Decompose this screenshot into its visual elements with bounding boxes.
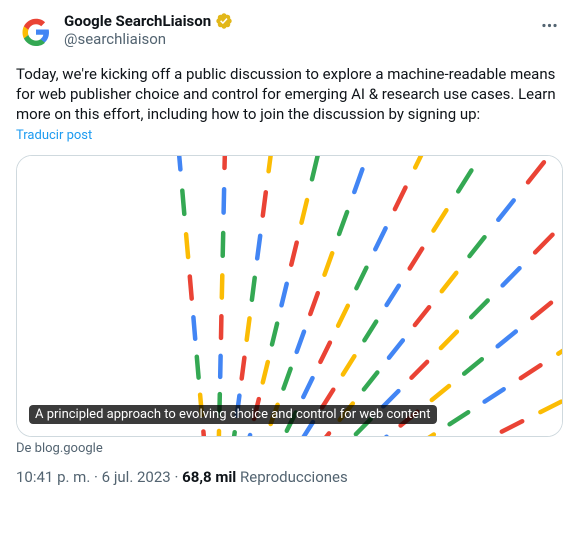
- views-label: Reproducciones: [240, 468, 348, 486]
- translate-link[interactable]: Traducir post: [16, 128, 563, 143]
- tweet-date[interactable]: 6 jul. 2023: [102, 468, 171, 486]
- name-row: Google SearchLiaison: [64, 12, 563, 30]
- card-image: A principled approach to evolving choice…: [17, 156, 562, 436]
- card-caption: A principled approach to evolving choice…: [29, 405, 437, 424]
- display-name[interactable]: Google SearchLiaison: [64, 12, 211, 30]
- views-count[interactable]: 68,8 mil: [182, 468, 236, 486]
- link-card[interactable]: A principled approach to evolving choice…: [16, 155, 563, 437]
- tweet-header: Google SearchLiaison @searchliaison: [16, 12, 563, 52]
- card-source: De blog.google: [16, 441, 563, 456]
- verified-badge-icon: [215, 12, 233, 30]
- tweet-meta: 10:41 p. m. · 6 jul. 2023 · 68,8 mil Rep…: [16, 468, 563, 486]
- tweet-time[interactable]: 10:41 p. m.: [16, 468, 90, 486]
- more-options-icon[interactable]: [536, 12, 563, 43]
- tweet-text: Today, we're kicking off a public discus…: [16, 64, 563, 124]
- avatar[interactable]: [16, 12, 56, 52]
- tweet-container: Google SearchLiaison @searchliaison Toda…: [0, 0, 579, 498]
- user-info: Google SearchLiaison @searchliaison: [64, 12, 563, 48]
- user-handle[interactable]: @searchliaison: [64, 30, 563, 48]
